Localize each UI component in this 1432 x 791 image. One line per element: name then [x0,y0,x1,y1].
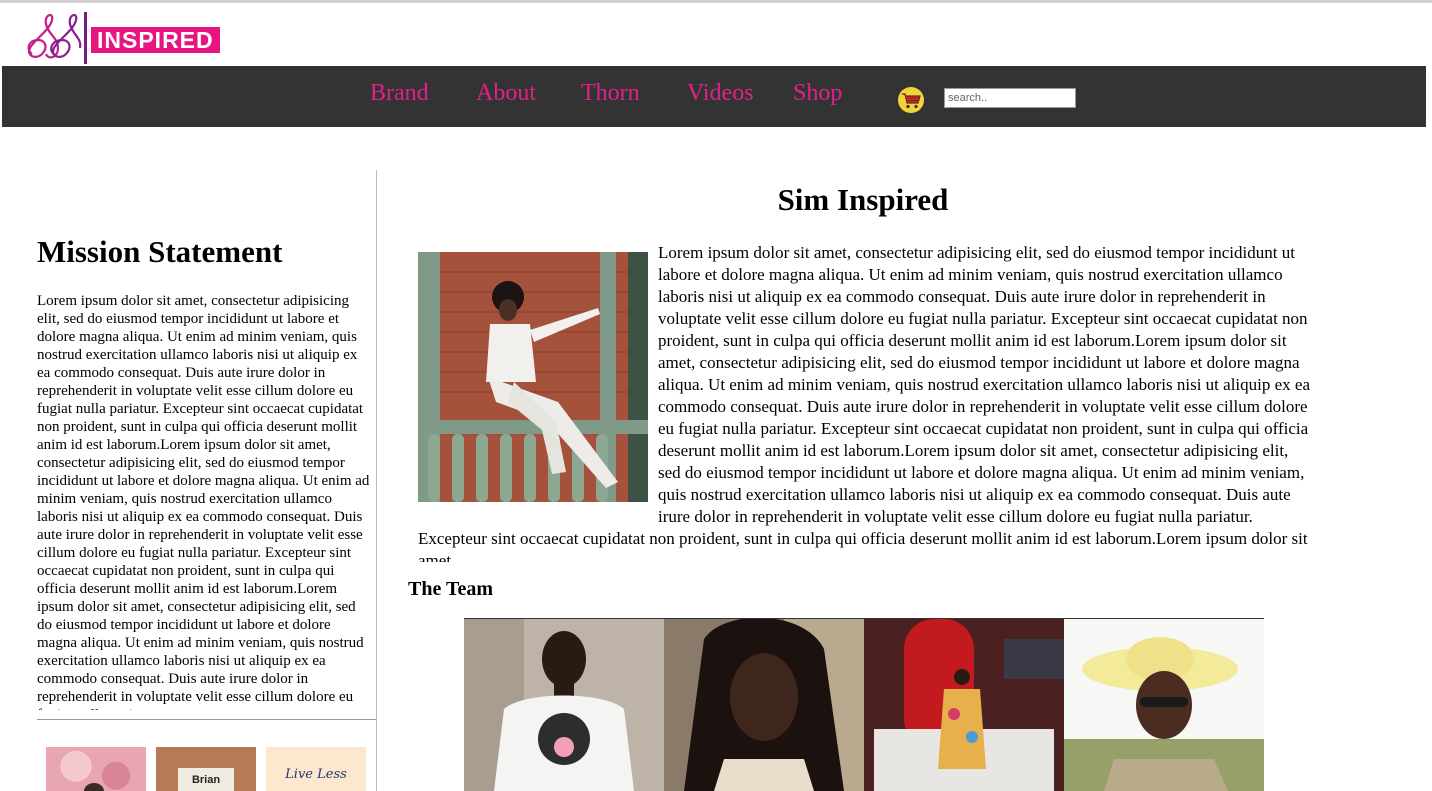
logo-divider [84,12,87,64]
thumbnail-caption: Live Less [285,767,347,782]
search-input[interactable] [944,88,1076,108]
page-title: Sim Inspired [777,182,949,217]
nav-link-videos[interactable]: Videos [687,80,754,107]
book-cover-title: Brian Tracy [178,768,234,791]
logo-wordmark: INSPIRED [91,27,220,53]
top-border [0,0,1432,3]
site-logo[interactable]: INSPIRED [24,10,234,64]
team-member-photo-3[interactable] [864,619,1064,791]
featured-photo [418,252,648,502]
nav-link-shop[interactable]: Shop [793,80,842,107]
sidebar-thumbnail-live-less[interactable]: Live Less [266,747,366,791]
nav-link-brand[interactable]: Brand [370,80,429,107]
mission-statement-title: Mission Statement [37,234,283,269]
sidebar-thumbnail-floral[interactable] [46,747,146,791]
nav-link-about[interactable]: About [476,80,536,107]
sidebar-divider [37,719,376,720]
sidebar: Mission Statement Lorem ipsum dolor sit … [0,170,377,791]
team-member-photo-2[interactable] [664,619,864,791]
team-section-title: The Team [408,578,494,600]
sidebar-thumbnail-book[interactable]: Brian Tracy [156,747,256,791]
team-member-photo-4[interactable] [1064,619,1264,791]
team-member-photo-1[interactable] [464,619,664,791]
mission-statement-text: Lorem ipsum dolor sit amet, consectetur … [37,293,370,710]
logo-ss-mark [27,14,82,59]
shopping-cart-icon[interactable] [898,87,924,113]
main-navbar: Brand About Thorn Videos Shop [2,66,1426,127]
nav-link-thorn[interactable]: Thorn [581,80,640,107]
